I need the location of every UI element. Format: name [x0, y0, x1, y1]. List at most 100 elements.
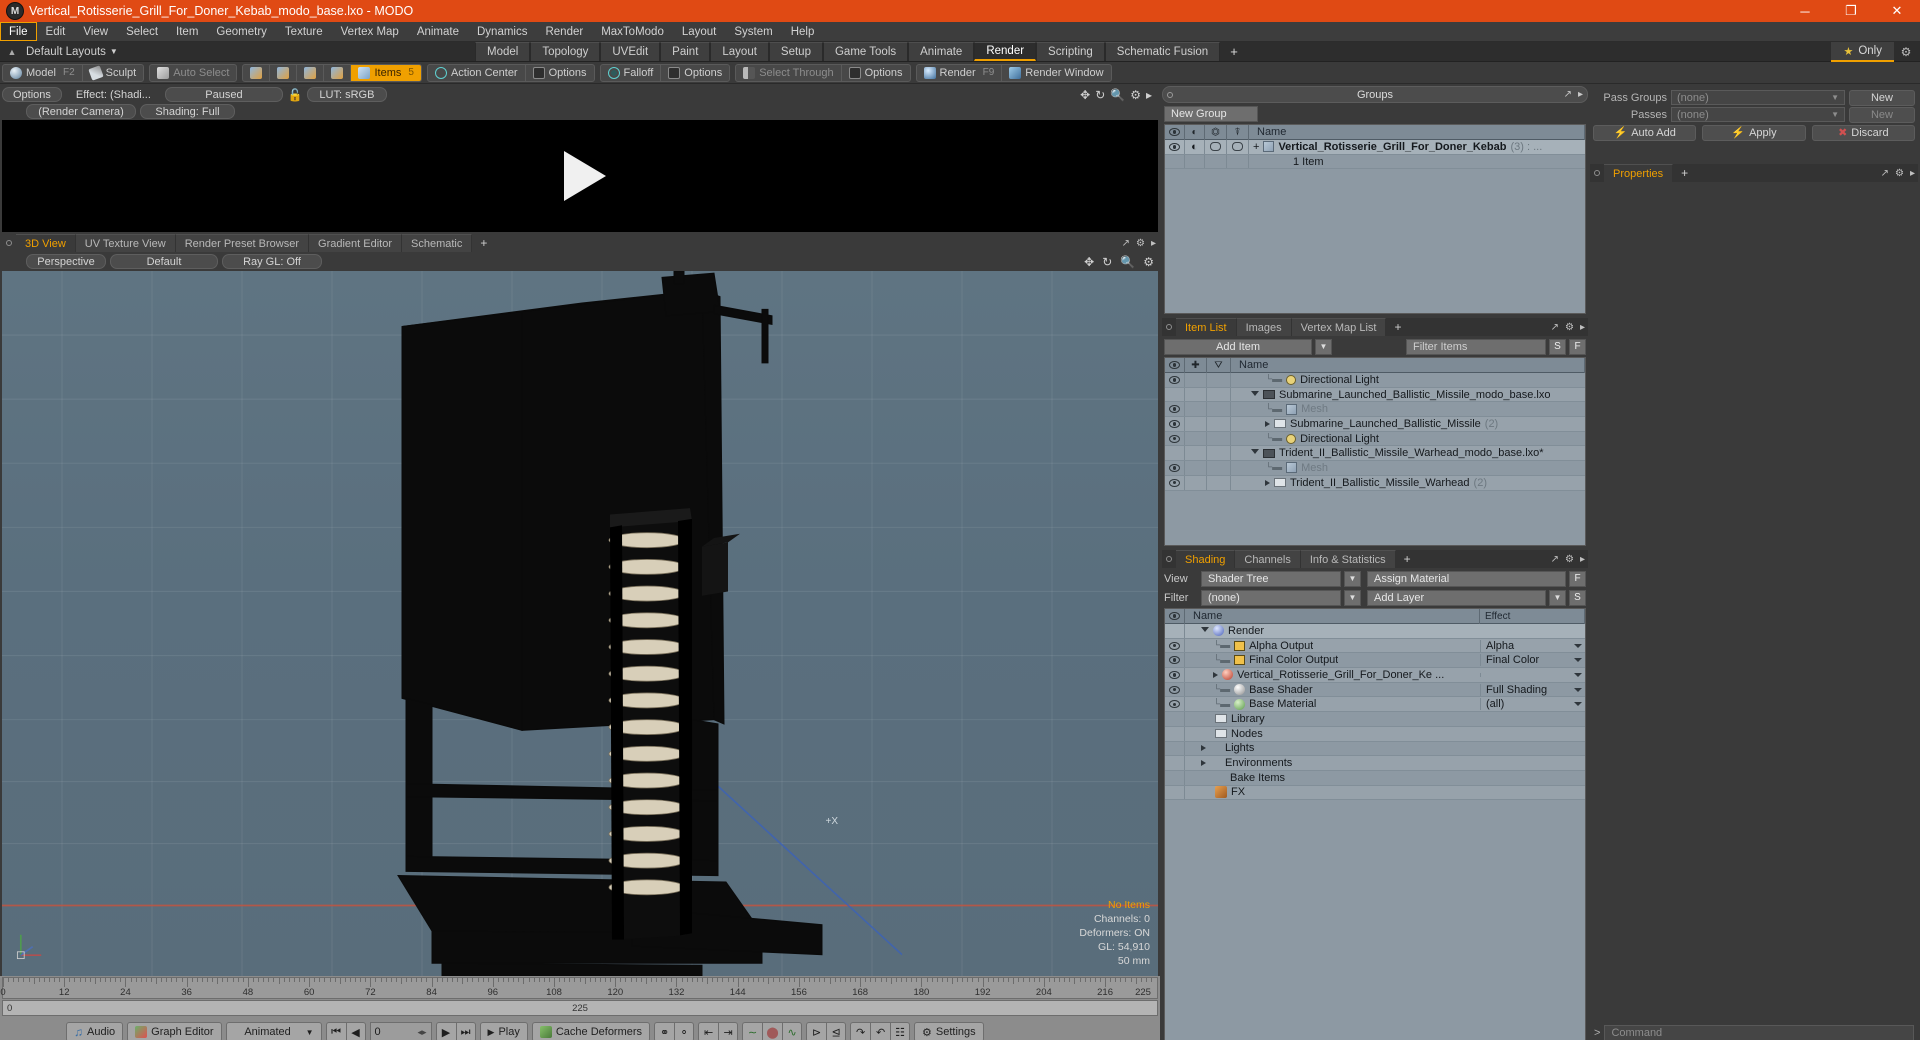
maximize-panel-icon[interactable]: ↗ [1551, 554, 1559, 565]
shader-effect-cell[interactable]: Alpha [1480, 639, 1585, 652]
only-toggle-button[interactable]: ★ Only [1831, 42, 1894, 62]
menu-item[interactable]: Item [167, 22, 207, 41]
row-axis-toggle[interactable] [1207, 373, 1231, 387]
unlock-icon[interactable]: 🔓 [287, 88, 303, 102]
list-item[interactable]: └▬ Mesh [1165, 461, 1585, 476]
menu-icon[interactable]: ▸ [1146, 88, 1152, 102]
menu-vertex-map[interactable]: Vertex Map [332, 22, 408, 41]
lock-icon[interactable]: ⏣ [1205, 124, 1227, 140]
zoom-icon[interactable]: 🔍 [1110, 88, 1125, 102]
apply-button[interactable]: ⚡ Apply [1702, 124, 1806, 141]
gear-icon[interactable]: ⚙ [1565, 322, 1574, 333]
gear-icon[interactable]: ⚙ [1895, 168, 1904, 179]
play-button[interactable]: ▶ Play [479, 1022, 528, 1040]
chevron-down-icon[interactable] [1574, 658, 1582, 663]
zoom-icon[interactable]: 🔍 [1120, 255, 1135, 269]
row-eye-toggle[interactable] [1165, 373, 1185, 387]
row-eye-toggle[interactable] [1165, 770, 1185, 785]
render-button[interactable]: Render F9 [917, 64, 1003, 81]
filter-items-input[interactable]: Filter Items [1406, 338, 1546, 355]
menu-icon[interactable]: ▸ [1580, 322, 1585, 333]
row-shade-toggle[interactable]: ◐ [1185, 140, 1205, 154]
row-eye-toggle[interactable] [1165, 668, 1185, 682]
chevron-down-icon[interactable] [1574, 672, 1582, 677]
step-back-icon[interactable]: ◀ [345, 1022, 366, 1040]
list-item[interactable]: └▬ Base Shader Full Shading [1165, 682, 1585, 698]
properties-content[interactable] [1590, 182, 1918, 1020]
list-item[interactable]: Trident_II_Ballistic_Missile_Warhead (2) [1165, 475, 1585, 491]
list-item[interactable]: Trident_II_Ballistic_Missile_Warhead_mod… [1165, 446, 1585, 462]
list-item[interactable]: └▬ Directional Light [1165, 431, 1585, 447]
panel-dot-icon[interactable] [2, 234, 16, 252]
action-center-options-button[interactable]: Options [526, 65, 594, 81]
row-axis-toggle[interactable] [1207, 431, 1231, 446]
list-item[interactable]: Render [1165, 624, 1585, 639]
group-row-label[interactable]: + Vertical_Rotisserie_Grill_For_Doner_Ke… [1249, 141, 1585, 153]
pass-groups-dropdown[interactable]: (none) ▼ [1671, 90, 1845, 105]
graph-editor-button[interactable]: Graph Editor [127, 1022, 222, 1040]
axis-orientation-widget[interactable] [14, 928, 48, 962]
layout-tab-model[interactable]: Model [475, 42, 531, 61]
shading-s-button[interactable]: S [1569, 589, 1586, 606]
shader-layer-label[interactable]: Environments [1185, 757, 1480, 769]
list-item[interactable]: └▬ Mesh [1165, 402, 1585, 418]
shader-effect-cell[interactable] [1480, 672, 1585, 677]
gear-icon[interactable]: ⚙ [1894, 42, 1918, 62]
maximize-button[interactable]: ❐ [1828, 0, 1874, 22]
select-through-button[interactable]: Select Through [736, 64, 842, 81]
falloff-button[interactable]: Falloff [601, 64, 662, 81]
animated-dropdown[interactable]: Animated ▼ [225, 1022, 322, 1040]
expand-icon[interactable]: + [1253, 141, 1259, 153]
item-label[interactable]: └▬ Mesh [1231, 403, 1585, 415]
tab-properties[interactable]: Properties [1604, 164, 1674, 182]
shader-layer-label[interactable]: └▬ Base Material [1185, 698, 1480, 710]
row-eye-toggle[interactable] [1165, 446, 1185, 461]
settings-button[interactable]: ⚙ Settings [914, 1022, 984, 1040]
perspective-button[interactable]: Perspective [26, 254, 106, 269]
row-axis-toggle[interactable] [1207, 417, 1231, 431]
menu-system[interactable]: System [725, 22, 781, 41]
row-axis-toggle[interactable] [1207, 446, 1231, 461]
row-eye-toggle[interactable] [1165, 475, 1185, 490]
gear-icon[interactable]: ⚙ [1565, 554, 1574, 565]
list-item[interactable]: Submarine_Launched_Ballistic_Missile (2) [1165, 417, 1585, 432]
render-preview-canvas[interactable] [2, 120, 1158, 232]
list-item[interactable]: Lights [1165, 741, 1585, 757]
cycle-alt-icon[interactable]: ↶ [870, 1022, 891, 1040]
audio-button[interactable]: ♫ Audio [66, 1022, 124, 1040]
edge-mode-button[interactable] [270, 64, 298, 81]
shader-layer-label[interactable]: Bake Items [1185, 772, 1480, 784]
auto-select-button[interactable]: Auto Select [150, 65, 236, 81]
list-item[interactable]: └▬ Directional Light [1165, 373, 1585, 388]
add-layer-dropdown-icon[interactable]: ▼ [1549, 589, 1566, 606]
render-shading-button[interactable]: Shading: Full [140, 104, 235, 119]
row-eye-toggle[interactable] [1165, 756, 1185, 770]
tab-schematic[interactable]: Schematic [402, 234, 473, 252]
default-layouts-dropdown[interactable]: Default Layouts ▼ [20, 46, 124, 58]
add-item-list-tab-button[interactable]: + [1386, 318, 1409, 336]
list-item[interactable]: Bake Items [1165, 770, 1585, 786]
panel-dot-icon[interactable] [1167, 91, 1173, 98]
menu-edit[interactable]: Edit [37, 22, 75, 41]
menu-icon[interactable]: ▸ [1578, 89, 1583, 100]
render-camera-button[interactable]: (Render Camera) [26, 104, 136, 119]
frame-stepper-icon[interactable]: ◂▸ [417, 1027, 426, 1038]
render-effect-dropdown[interactable]: Effect: (Shadi... [66, 87, 161, 102]
list-item[interactable]: Submarine_Launched_Ballistic_Missile_mod… [1165, 387, 1585, 403]
polygon-mode-button[interactable] [297, 64, 325, 81]
range-end-icon[interactable]: ⇥ [718, 1022, 739, 1040]
tab-3d-view[interactable]: 3D View [16, 234, 76, 252]
list-item[interactable]: └▬ Base Material (all) [1165, 697, 1585, 713]
model-mode-button[interactable]: Model F2 [3, 64, 83, 81]
viewport-default-button[interactable]: Default [110, 254, 218, 269]
expand-triangle-icon[interactable] [1265, 420, 1270, 427]
layout-tab-animate[interactable]: Animate [908, 42, 975, 61]
lock-icon[interactable]: ✚ [1185, 357, 1207, 373]
cache-deformers-button[interactable]: Cache Deformers [531, 1022, 651, 1040]
view-dropdown-icon[interactable]: ▼ [1344, 570, 1361, 587]
timeline-panel[interactable]: 0 12 24 36 48 60 72 84 96 108 120 132 144 156 168 180 19… [0, 976, 1160, 1018]
table-row[interactable]: ◐ + Vertical_Rotisserie_Grill_For_Doner_… [1165, 140, 1585, 155]
menu-animate[interactable]: Animate [408, 22, 468, 41]
list-item[interactable]: └▬ Final Color Output Final Color [1165, 653, 1585, 669]
close-button[interactable]: ✕ [1874, 0, 1920, 22]
